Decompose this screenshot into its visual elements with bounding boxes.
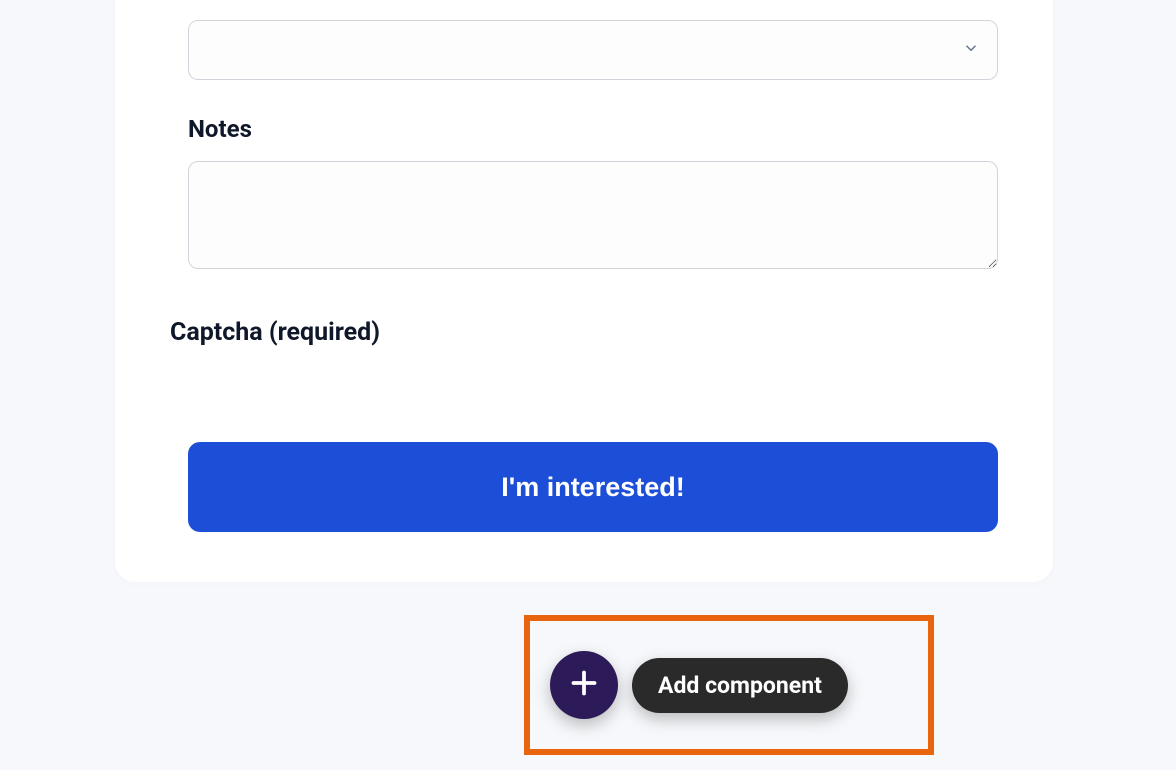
plus-icon <box>566 665 602 705</box>
form-card: Notes Captcha (required) I'm interested! <box>115 0 1053 582</box>
submit-button[interactable]: I'm interested! <box>188 442 998 532</box>
captcha-label: Captcha (required) <box>170 318 998 347</box>
select-wrapper <box>188 20 998 80</box>
add-component-tooltip: Add component <box>632 658 848 713</box>
add-component-button[interactable] <box>550 651 618 719</box>
notes-textarea[interactable] <box>188 161 998 269</box>
captcha-section: Captcha (required) <box>170 318 998 347</box>
select-input[interactable] <box>188 20 998 80</box>
select-field-group <box>170 20 998 80</box>
notes-field-group: Notes <box>170 115 998 273</box>
fab-highlight-box: Add component <box>524 615 934 755</box>
notes-label: Notes <box>188 115 998 143</box>
